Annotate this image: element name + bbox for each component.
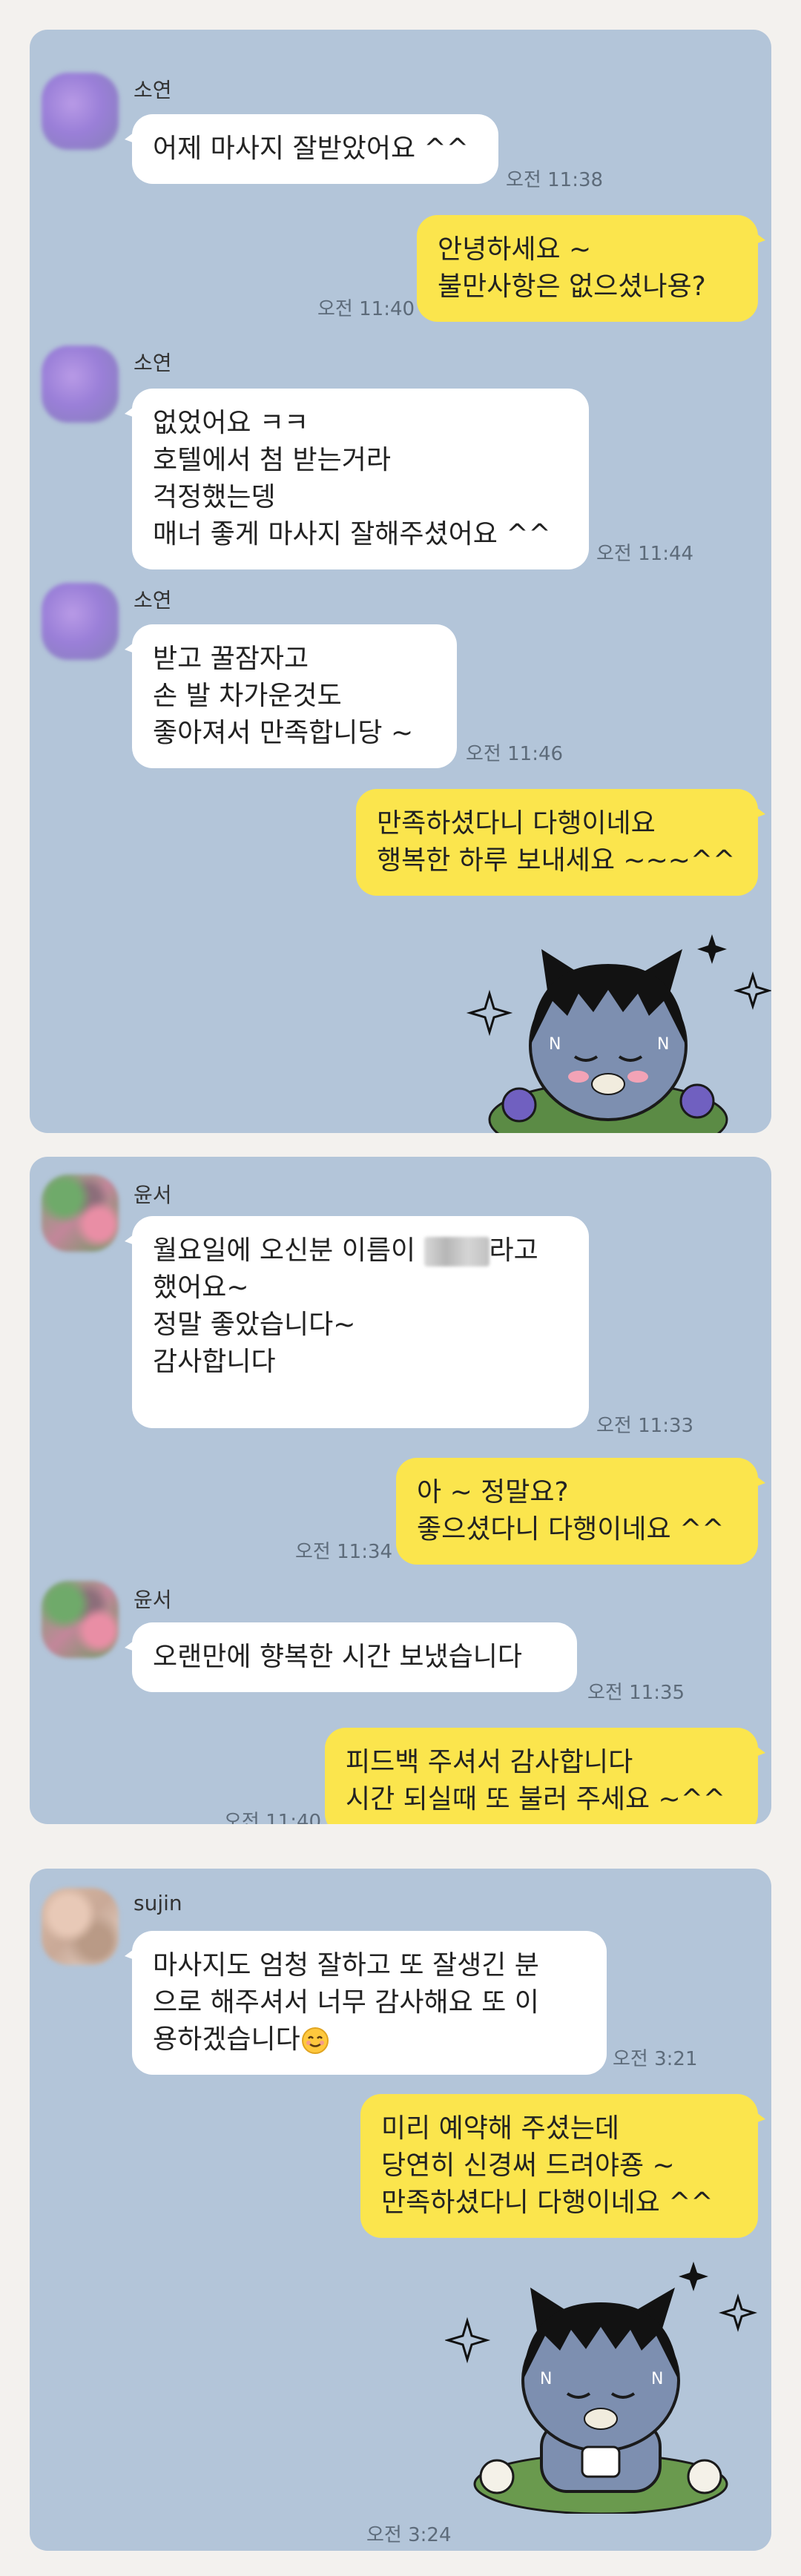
cat-character-sticker-icon[interactable]: N N: [445, 2262, 771, 2514]
chat-panel-1: 소연 어제 마사지 잘받았어요 ^^ 오전 11:38 안녕하세요 ~ 불만사항…: [30, 30, 771, 1133]
message-bubble-incoming[interactable]: 오랜만에 향복한 시간 보냈습니다: [125, 1622, 577, 1692]
message-bubble-outgoing[interactable]: 안녕하세요 ~ 불만사항은 없으셨나용?: [417, 215, 765, 322]
sender-name: 소연: [134, 351, 172, 375]
message-time: 오전 11:33: [596, 1415, 694, 1437]
avatar[interactable]: [42, 346, 119, 423]
message-bubble-outgoing[interactable]: 아 ~ 정말요? 좋으셨다니 다행이네요 ^^: [396, 1458, 765, 1565]
message-time: 오전 11:46: [466, 743, 564, 765]
message-bubble-incoming[interactable]: 받고 꿀잠자고 손 발 차가운것도 좋아져서 만족합니당 ~: [125, 624, 457, 768]
message-time: 오전 11:40: [317, 298, 415, 320]
avatar[interactable]: [42, 1581, 119, 1658]
sender-name: 소연: [134, 588, 172, 612]
message-time: 오전 11:44: [596, 543, 694, 565]
chat-panel-2: 윤서 월요일에 오신분 이름이 라고 했어요~ 정말 좋았습니다~ 감사합니다 …: [30, 1157, 771, 1824]
cat-character-sticker-icon[interactable]: N N: [460, 919, 771, 1133]
message-time: 오전 3:24: [366, 2524, 452, 2546]
message-time: 오전 11:40: [224, 1811, 322, 1824]
avatar[interactable]: [42, 73, 119, 150]
message-bubble-outgoing[interactable]: 미리 예약해 주셨는데 당연히 신경써 드려야죵 ~ 만족하셨다니 다행이네요 …: [360, 2094, 765, 2238]
avatar[interactable]: [42, 583, 119, 660]
message-bubble-outgoing[interactable]: 만족하셨다니 다행이네요 행복한 하루 보내세요 ~~~^^: [356, 789, 765, 896]
message-text: 마사지도 엄청 잘하고 또 잘생긴 분 으로 해주셔서 너무 감사해요 또 이 …: [153, 1950, 539, 2055]
message-bubble-incoming[interactable]: 마사지도 엄청 잘하고 또 잘생긴 분 으로 해주셔서 너무 감사해요 또 이 …: [125, 1931, 607, 2075]
message-text: 월요일에 오신분 이름이: [153, 1235, 424, 1266]
message-bubble-incoming[interactable]: 어제 마사지 잘받았어요 ^^: [125, 114, 498, 184]
redacted-name: [423, 1237, 490, 1266]
message-time: 오전 3:21: [613, 2048, 698, 2070]
avatar[interactable]: [42, 1175, 119, 1252]
chat-panel-3: sujin 마사지도 엄청 잘하고 또 잘생긴 분 으로 해주셔서 너무 감사해…: [30, 1869, 771, 2551]
avatar[interactable]: [42, 1888, 119, 1965]
message-time: 오전 11:38: [506, 169, 604, 191]
svg-text:N: N: [651, 2370, 663, 2388]
sender-name: 윤서: [134, 1183, 172, 1207]
sender-name: 윤서: [134, 1588, 172, 1612]
message-time: 오전 11:35: [587, 1682, 685, 1704]
svg-text:N: N: [540, 2370, 552, 2388]
svg-text:N: N: [549, 1035, 561, 1054]
svg-text:N: N: [657, 1035, 669, 1054]
message-bubble-outgoing[interactable]: 피드백 주셔서 감사합니다 시간 되실때 또 불러 주세요 ~^^: [325, 1728, 765, 1824]
message-bubble-incoming[interactable]: 없었어요 ㅋㅋ 호텔에서 첨 받는거라 걱정했는뎅 매너 좋게 마사지 잘해주셨…: [125, 389, 589, 569]
message-time: 오전 11:34: [295, 1541, 393, 1563]
sender-name: 소연: [134, 78, 172, 102]
sender-name: sujin: [134, 1891, 182, 1915]
smiling-face-emoji-icon: [301, 2027, 329, 2054]
message-bubble-incoming[interactable]: 월요일에 오신분 이름이 라고 했어요~ 정말 좋았습니다~ 감사합니다: [125, 1216, 589, 1428]
